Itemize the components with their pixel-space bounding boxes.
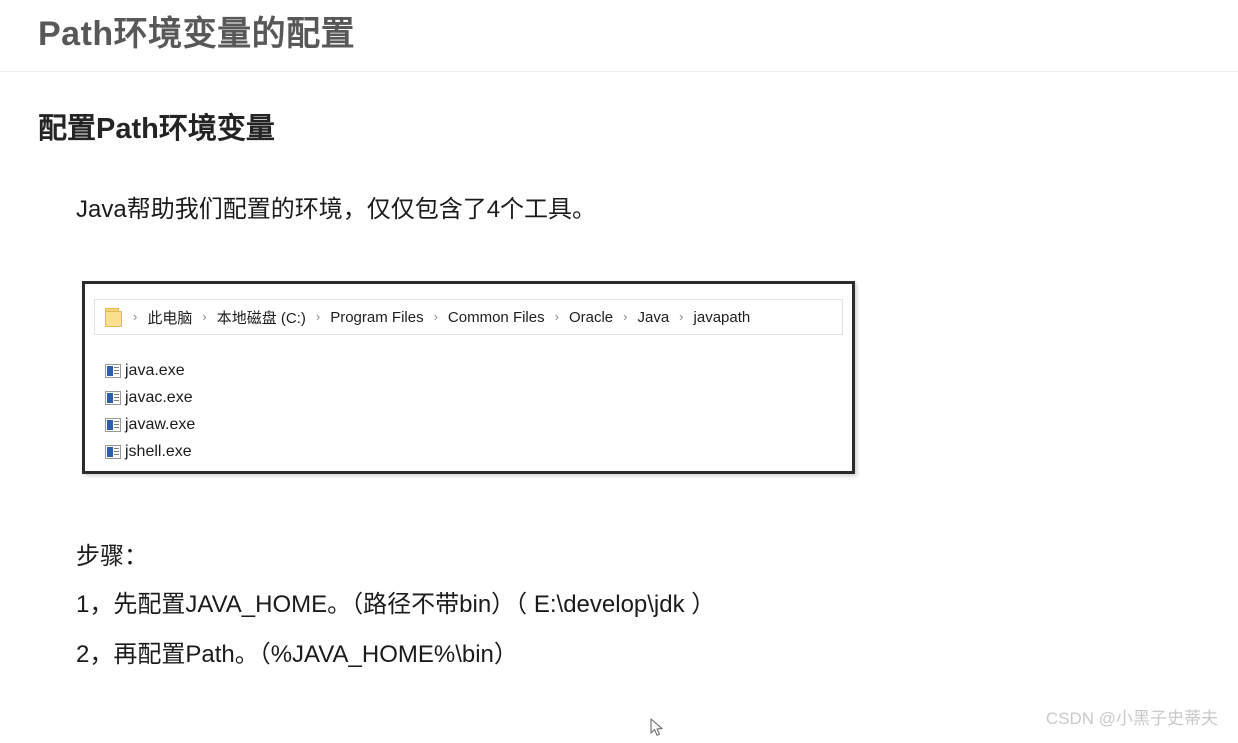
breadcrumb-separator-icon: › xyxy=(433,308,438,324)
list-item[interactable]: jshell.exe xyxy=(105,438,505,465)
exe-file-icon xyxy=(105,417,121,432)
list-item[interactable]: java.exe xyxy=(105,357,505,384)
exe-file-icon xyxy=(105,444,121,459)
file-name-label: java.exe xyxy=(125,361,185,379)
list-item[interactable]: javac.exe xyxy=(105,384,505,411)
exe-file-icon xyxy=(105,363,121,378)
explorer-screenshot-frame: › 此电脑 › 本地磁盘 (C:) › Program Files › Comm… xyxy=(82,281,855,474)
step-item-1: 1，先配置JAVA_HOME。（路径不带bin）（ E:\develop\jdk… xyxy=(76,591,716,618)
page-title: Path环境变量的配置 xyxy=(38,15,356,53)
breadcrumb-separator-icon: › xyxy=(315,308,321,324)
explorer-address-bar[interactable]: › 此电脑 › 本地磁盘 (C:) › Program Files › Comm… xyxy=(94,299,843,335)
exe-file-icon xyxy=(105,390,121,405)
breadcrumb-item-java[interactable]: Java xyxy=(636,309,670,326)
section-heading: 配置Path环境变量 xyxy=(38,113,275,145)
steps-block: 步骤： 1，先配置JAVA_HOME。（路径不带bin）（ E:\develop… xyxy=(76,534,1076,680)
list-item[interactable]: javaw.exe xyxy=(105,411,505,438)
breadcrumb-separator-icon: › xyxy=(133,308,138,324)
breadcrumb-separator-icon: › xyxy=(623,308,628,324)
title-divider xyxy=(0,71,1238,72)
steps-label: 步骤： xyxy=(76,543,148,570)
step-item-2: 2，再配置Path。（%JAVA_HOME%\bin） xyxy=(76,641,518,668)
mouse-pointer-icon xyxy=(650,718,664,738)
file-name-label: jshell.exe xyxy=(125,442,192,460)
breadcrumb-item-common-files[interactable]: Common Files xyxy=(447,309,546,326)
breadcrumb-item-javapath[interactable]: javapath xyxy=(693,309,752,326)
breadcrumb-item-this-pc[interactable]: 此电脑 xyxy=(146,307,193,328)
breadcrumb-item-oracle[interactable]: Oracle xyxy=(568,309,614,326)
breadcrumb-separator-icon: › xyxy=(679,308,684,324)
watermark-text: CSDN @小黑子史蒂夫 xyxy=(1045,709,1218,728)
breadcrumb-item-local-disk[interactable]: 本地磁盘 (C:) xyxy=(216,307,307,328)
folder-icon xyxy=(105,307,122,327)
explorer-file-list: java.exe javac.exe javaw.exe jshell.exe xyxy=(105,357,505,465)
breadcrumb-item-program-files[interactable]: Program Files xyxy=(329,309,424,326)
file-name-label: javac.exe xyxy=(125,388,193,406)
breadcrumb-separator-icon: › xyxy=(554,308,559,324)
breadcrumb-separator-icon: › xyxy=(202,308,207,324)
file-name-label: javaw.exe xyxy=(125,415,196,433)
intro-paragraph: Java帮助我们配置的环境，仅仅包含了4个工具。 xyxy=(76,196,597,223)
